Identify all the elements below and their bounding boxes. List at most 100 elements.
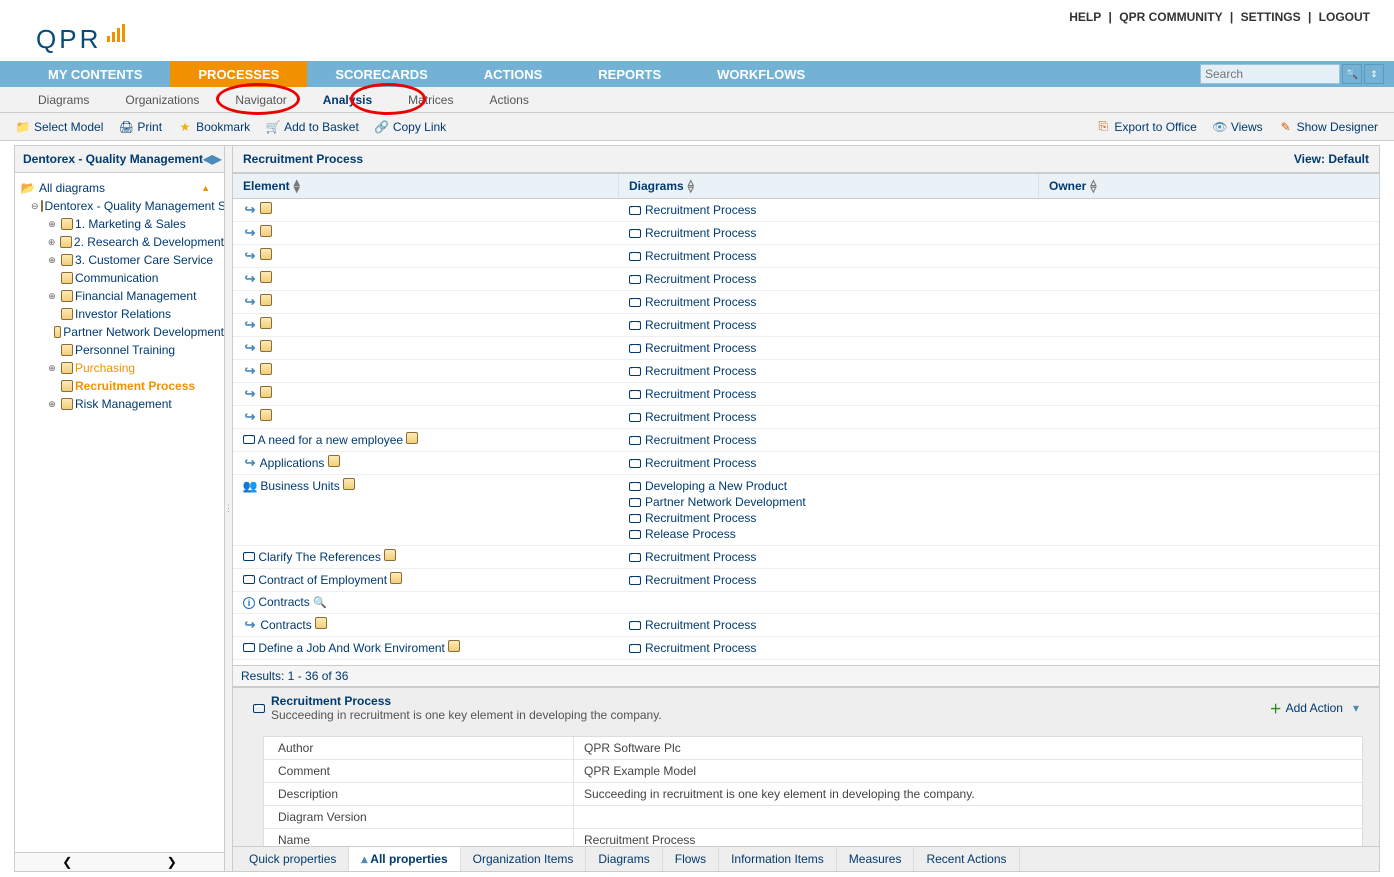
diagram-link[interactable]: Recruitment Process xyxy=(645,387,756,401)
tree-item-link[interactable]: Investor Relations xyxy=(75,307,171,321)
subnav-diagrams[interactable]: Diagrams xyxy=(20,93,107,107)
element-link[interactable]: Contracts xyxy=(258,595,309,609)
diagram-link[interactable]: Recruitment Process xyxy=(645,550,756,564)
subnav-actions[interactable]: Actions xyxy=(471,93,546,107)
grid-row[interactable]: Clarify The References Recruitment Proce… xyxy=(233,546,1379,569)
person-icon[interactable] xyxy=(260,317,272,329)
diagram-link[interactable]: Recruitment Process xyxy=(645,272,756,286)
select-model-button[interactable]: 📁Select Model xyxy=(16,120,103,134)
grid-row[interactable]: ↪ Recruitment Process xyxy=(233,360,1379,383)
element-link[interactable]: A need for a new employee xyxy=(258,433,403,447)
help-link[interactable]: HELP xyxy=(1069,10,1101,24)
grid-row[interactable]: ↪ Recruitment Process xyxy=(233,291,1379,314)
person-icon[interactable] xyxy=(260,340,272,352)
element-link[interactable]: Applications xyxy=(260,456,325,470)
subnav-navigator[interactable]: Navigator xyxy=(217,93,304,107)
tree-item-link[interactable]: Recruitment Process xyxy=(75,379,195,393)
person-icon[interactable] xyxy=(448,640,460,652)
grid-row[interactable]: ↪ Recruitment Process xyxy=(233,337,1379,360)
expand-collapse-button[interactable]: ⇕ xyxy=(1364,64,1384,84)
person-icon[interactable] xyxy=(260,271,272,283)
nav-processes[interactable]: PROCESSES xyxy=(170,61,307,87)
expander-icon[interactable]: ⊖ xyxy=(31,201,39,212)
view-selector[interactable]: View: Default xyxy=(1294,152,1369,166)
person-icon[interactable] xyxy=(260,294,272,306)
diagram-link[interactable]: Recruitment Process xyxy=(645,433,756,447)
diagram-link[interactable]: Recruitment Process xyxy=(645,295,756,309)
grid-row[interactable]: ↪ Recruitment Process xyxy=(233,406,1379,429)
element-link[interactable]: Contract of Employment xyxy=(258,573,387,587)
grid-row[interactable]: ↪ Recruitment Process xyxy=(233,383,1379,406)
tree-item-link[interactable]: 3. Customer Care Service xyxy=(75,253,213,267)
grid-row[interactable]: ↪ Applications Recruitment Process xyxy=(233,452,1379,475)
nav-my-contents[interactable]: MY CONTENTS xyxy=(20,61,170,87)
diagram-link[interactable]: Recruitment Process xyxy=(645,641,756,655)
diagram-link[interactable]: Developing a New Product xyxy=(645,479,787,493)
grid-row[interactable]: ↪ Recruitment Process xyxy=(233,268,1379,291)
tree-splitter[interactable]: ⋮ xyxy=(225,146,233,871)
person-icon[interactable] xyxy=(260,202,272,214)
person-icon[interactable] xyxy=(328,455,340,467)
person-icon[interactable] xyxy=(315,617,327,629)
diagram-link[interactable]: Recruitment Process xyxy=(645,318,756,332)
expander-icon[interactable]: ⊕ xyxy=(45,237,58,248)
show-designer-button[interactable]: ✎Show Designer xyxy=(1279,120,1378,134)
expander-icon[interactable]: ⊕ xyxy=(45,291,59,302)
properties-tab[interactable]: ▴ All properties xyxy=(349,847,460,871)
export-to-office-button[interactable]: ⎘Export to Office xyxy=(1096,120,1196,134)
nav-actions[interactable]: ACTIONS xyxy=(456,61,571,87)
expander-icon[interactable]: ⊕ xyxy=(45,255,59,266)
properties-tab[interactable]: Information Items xyxy=(719,847,837,871)
grid-row[interactable]: ↪ Recruitment Process xyxy=(233,222,1379,245)
settings-link[interactable]: SETTINGS xyxy=(1241,10,1301,24)
col-diagrams[interactable]: Diagrams▵▿ xyxy=(619,174,1039,198)
properties-table[interactable]: AuthorQPR Software PlcCommentQPR Example… xyxy=(263,736,1363,846)
diagram-link[interactable]: Release Process xyxy=(645,527,736,541)
person-icon[interactable] xyxy=(343,478,355,490)
person-icon[interactable] xyxy=(260,363,272,375)
col-element[interactable]: Element▴▾ xyxy=(233,174,619,198)
subnav-analysis[interactable]: Analysis xyxy=(305,93,390,107)
logout-link[interactable]: LOGOUT xyxy=(1319,10,1370,24)
expander-icon[interactable]: ⊕ xyxy=(45,219,59,230)
tree-scroll-left[interactable]: ❮ xyxy=(15,853,120,871)
tree-root[interactable]: 📂 All diagrams ▲ xyxy=(15,179,224,197)
grid-row[interactable]: Define a Job And Work Enviroment Recruit… xyxy=(233,637,1379,660)
element-link[interactable]: Business Units xyxy=(260,479,339,493)
tree-scroll-right[interactable]: ❯ xyxy=(120,853,225,871)
diagram-link[interactable]: Recruitment Process xyxy=(645,456,756,470)
views-button[interactable]: 👁Views xyxy=(1213,120,1263,134)
tree-item-link[interactable]: Partner Network Development xyxy=(63,325,224,339)
grid-row[interactable]: ↪ Recruitment Process xyxy=(233,199,1379,222)
diagram-link[interactable]: Recruitment Process xyxy=(645,410,756,424)
person-icon[interactable] xyxy=(260,248,272,260)
search-input[interactable] xyxy=(1200,64,1340,84)
grid-body[interactable]: ↪ Recruitment Process↪ Recruitment Proce… xyxy=(233,199,1379,665)
tree-item-link[interactable]: Risk Management xyxy=(75,397,172,411)
grid-row[interactable]: A need for a new employee Recruitment Pr… xyxy=(233,429,1379,452)
properties-tab[interactable]: Diagrams xyxy=(586,847,662,871)
col-owner[interactable]: Owner▵▿ xyxy=(1039,174,1379,198)
diagram-link[interactable]: Recruitment Process xyxy=(645,511,756,525)
person-icon[interactable] xyxy=(260,386,272,398)
element-link[interactable]: Contracts xyxy=(260,618,311,632)
add-to-basket-button[interactable]: 🛒Add to Basket xyxy=(266,120,359,134)
properties-tab[interactable]: Measures xyxy=(837,847,915,871)
grid-row[interactable]: ↪ Contracts Recruitment Process xyxy=(233,614,1379,637)
person-icon[interactable] xyxy=(260,225,272,237)
copy-link-button[interactable]: 🔗Copy Link xyxy=(375,120,446,134)
properties-tab[interactable]: Flows xyxy=(663,847,719,871)
expander-icon[interactable]: ⊕ xyxy=(45,363,59,374)
nav-workflows[interactable]: WORKFLOWS xyxy=(689,61,833,87)
subnav-organizations[interactable]: Organizations xyxy=(107,93,217,107)
tree-item-link[interactable]: Communication xyxy=(75,271,158,285)
tree-item-link[interactable]: Financial Management xyxy=(75,289,196,303)
grid-row[interactable]: ↪ Recruitment Process xyxy=(233,245,1379,268)
tree-header-controls-icon[interactable]: ◀▶ ↕ xyxy=(203,152,225,166)
nav-scorecards[interactable]: SCORECARDS xyxy=(307,61,455,87)
properties-tab[interactable]: Organization Items xyxy=(461,847,587,871)
diagram-link[interactable]: Partner Network Development xyxy=(645,495,806,509)
community-link[interactable]: QPR COMMUNITY xyxy=(1119,10,1222,24)
tree-item-link[interactable]: 2. Research & Development xyxy=(74,235,224,249)
person-icon[interactable] xyxy=(384,549,396,561)
